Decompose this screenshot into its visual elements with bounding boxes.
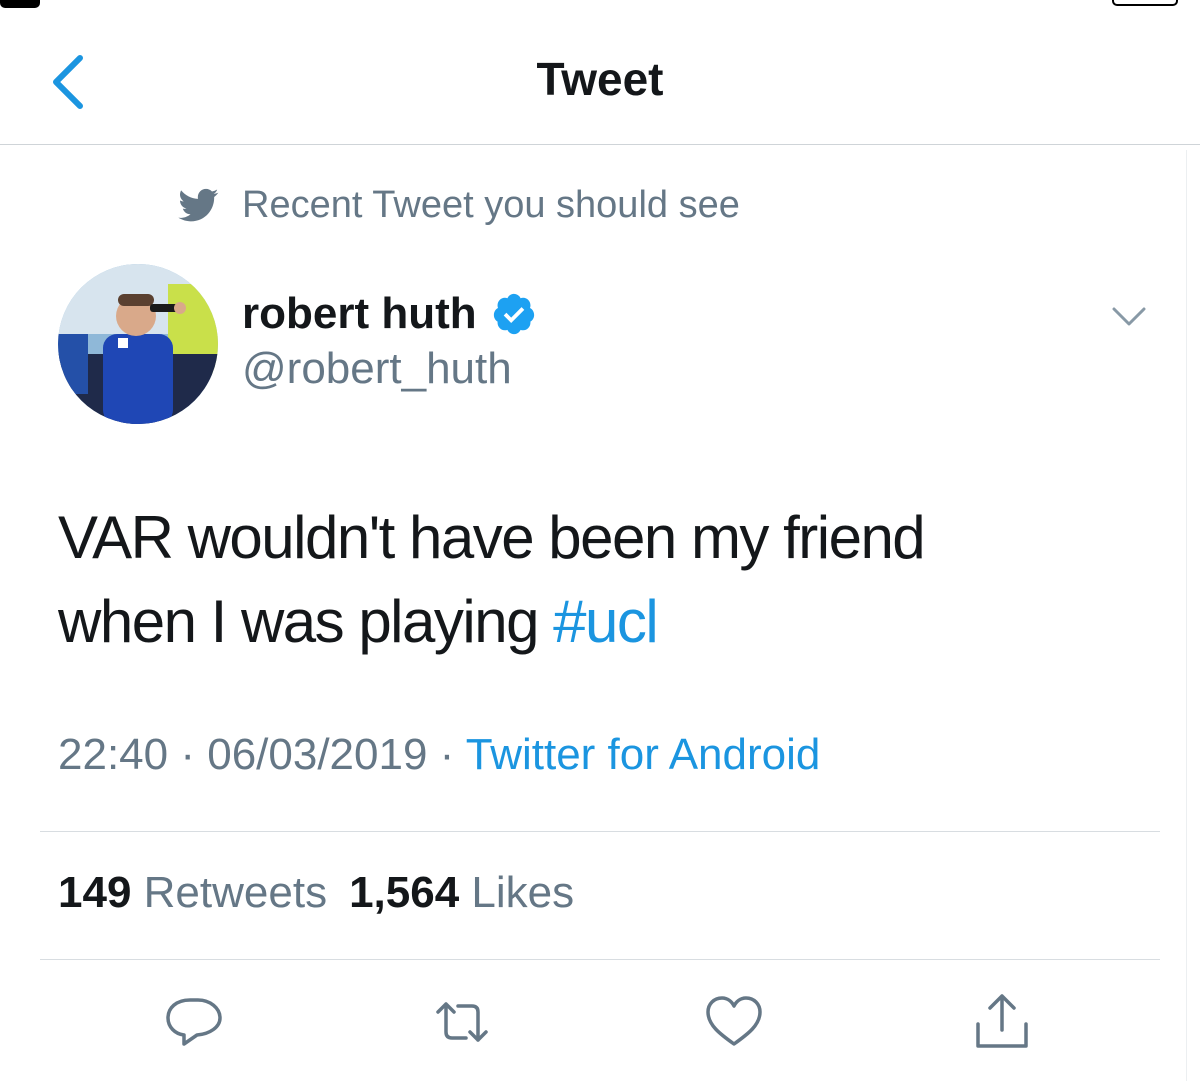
tweet-context: Recent Tweet you should see: [176, 180, 740, 230]
tweet-stats: 149 Retweets 1,564 Likes: [58, 868, 574, 918]
scroll-edge: [1186, 150, 1187, 1081]
retweet-icon: [436, 1002, 488, 1042]
tweet-options-button[interactable]: [1110, 304, 1148, 330]
tweet-text: VAR wouldn't have been my friend when I w…: [58, 496, 1158, 664]
tweet-time: 22:40: [58, 730, 169, 779]
retweets-count: 149: [58, 868, 132, 917]
avatar[interactable]: [58, 264, 218, 424]
author-display-name: robert huth: [242, 289, 477, 338]
hashtag-link[interactable]: #ucl: [553, 588, 659, 655]
likes-stat[interactable]: 1,564 Likes: [349, 868, 574, 917]
status-bar: [0, 0, 1200, 12]
page-title: Tweet: [536, 53, 664, 105]
nav-bar: Tweet: [0, 12, 1200, 145]
battery-icon: [1112, 0, 1178, 6]
retweets-label: Retweets: [143, 868, 328, 917]
author-name-row[interactable]: robert huth: [242, 286, 537, 342]
verified-badge-icon: [493, 293, 534, 335]
retweet-button[interactable]: [430, 990, 494, 1054]
author-handle[interactable]: @robert_huth: [242, 344, 512, 394]
tweet-date: 06/03/2019: [207, 730, 428, 779]
like-button[interactable]: [702, 990, 766, 1054]
heart-icon: [706, 996, 762, 1046]
share-icon: [976, 994, 1028, 1048]
avatar-photo: [58, 264, 218, 424]
tweet-text-line2: when I was playing: [58, 588, 554, 655]
context-label: Recent Tweet you should see: [242, 183, 740, 226]
twitter-bird-icon: [178, 188, 219, 222]
likes-count: 1,564: [349, 868, 460, 917]
retweets-stat[interactable]: 149 Retweets: [58, 868, 327, 917]
meta-separator: ·: [427, 730, 466, 779]
app-icon: [0, 0, 40, 8]
chevron-down-icon: [1112, 307, 1146, 326]
divider: [40, 959, 1160, 960]
reply-button[interactable]: [162, 990, 226, 1054]
likes-label: Likes: [471, 868, 575, 917]
share-button[interactable]: [970, 990, 1034, 1054]
meta-separator: ·: [168, 730, 208, 779]
tweet-source-link[interactable]: Twitter for Android: [466, 730, 821, 779]
divider: [40, 831, 1160, 832]
tweet-meta: 22:40 · 06/03/2019 · Twitter for Android: [58, 730, 820, 780]
reply-icon: [166, 998, 222, 1046]
tweet-text-line1: VAR wouldn't have been my friend: [58, 504, 926, 571]
